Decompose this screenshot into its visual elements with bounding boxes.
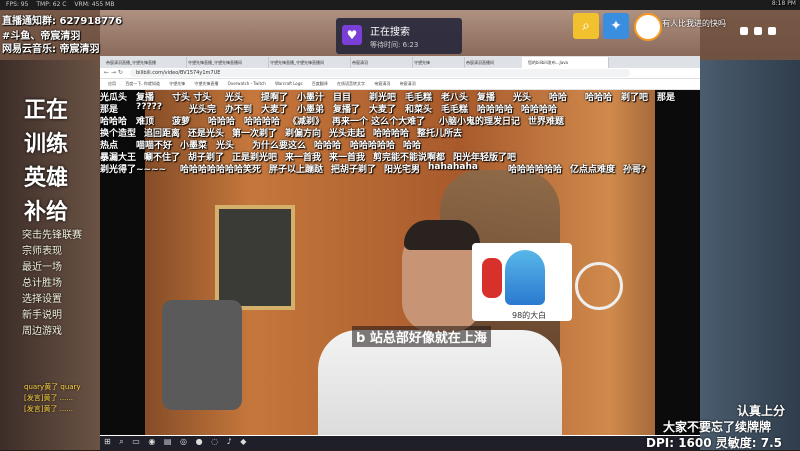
live-notice-text: 直播通知群: 627918776 #斗鱼、帝宸清羽 xyxy=(2,12,122,42)
steam-icon[interactable]: ● xyxy=(196,437,203,446)
stat-temp: TMP: 62 C xyxy=(36,1,67,8)
bookmark-item[interactable]: 帝宸清羽 xyxy=(374,81,390,86)
danmaku-comment: ????? xyxy=(136,102,163,112)
browser-tab[interactable]: 帝宸清羽直播间 xyxy=(460,57,527,68)
bookmark-item[interactable]: 在线语音转文字 xyxy=(337,81,365,86)
menu-item[interactable]: 选择设置 xyxy=(22,292,82,308)
edge-icon[interactable]: ◉ xyxy=(148,437,155,446)
danmaku-comment: 整托儿所去 xyxy=(417,129,463,139)
danmaku-comment: 孙哥? xyxy=(623,165,647,175)
video-customer-hair xyxy=(404,220,480,250)
danmaku-comment: 亿点点难度 xyxy=(570,165,616,175)
game-chat-log: quary黄了 quary [发言]黄了 ...... [发言]黄了 .....… xyxy=(24,382,81,415)
live-group-line: 直播通知群: 627918776 xyxy=(2,16,123,27)
task-view-icon[interactable]: ▭ xyxy=(132,437,140,446)
side-title: 正在 训练 英雄 补给 xyxy=(24,94,68,230)
hud-message: 有人比我进的快吗 xyxy=(662,19,726,28)
hud-dot-icon xyxy=(768,27,776,35)
hud-dot-icon xyxy=(754,27,762,35)
menu-item[interactable]: 突击先锋联赛 xyxy=(22,228,82,244)
chrome-icon[interactable]: ◎ xyxy=(180,437,187,446)
danmaku-comment: 那是 xyxy=(657,93,676,103)
danmaku-comment: 哈哈哈 xyxy=(585,93,613,103)
menu-item[interactable]: 最近一场 xyxy=(22,260,82,276)
chat-line: [发言]黄了 ...... xyxy=(24,405,74,413)
system-clock: 8:18 PM xyxy=(771,0,796,7)
windows-icon[interactable]: ⊞ xyxy=(104,437,111,446)
hud-status-icons xyxy=(740,20,786,35)
search-icon[interactable]: ⌕ xyxy=(573,13,599,39)
game-icon[interactable]: ◆ xyxy=(240,437,246,446)
taskbar-icons: ⊞ ⌕ ▭ ◉ ▤ ◎ ● ◌ ♪ ◆ xyxy=(104,437,252,447)
matchmaking-wait-time: 等待时间: 6:23 xyxy=(370,41,419,49)
bookmark-item[interactable]: 守望先锋直播 xyxy=(194,81,218,86)
bookmark-item[interactable]: 守望先锋 xyxy=(169,81,185,86)
bookmark-item[interactable]: Warcraft Logs xyxy=(275,81,302,86)
danmaku-comment: 剃了吧 xyxy=(621,93,649,103)
browser-tab[interactable]: 帝宸清羽直播_守望先锋直播 xyxy=(100,57,187,68)
side-title-line: 英雄 xyxy=(24,166,69,191)
danmaku-comment: 世界难题 xyxy=(528,117,565,127)
forward-icon[interactable]: → xyxy=(111,69,116,76)
danmaku-comment: 胖子以上蹦跶 xyxy=(269,165,324,175)
bookmarks-bar: 应用 百度一下, 你就知道 守望先锋 守望先锋直播 Overwatch - Tw… xyxy=(100,79,700,90)
overlay-line-reminder: 大家不要忘了续牌牌 xyxy=(663,420,772,434)
danmaku-layer: 光瓜头 复播 寸头 寸头 光头 提啊了 小墨汁 目目 剃光吧 毛毛糕 老八头 复播 光头 哈哈 哈哈哈 剃了… xyxy=(100,90,700,210)
explorer-icon[interactable]: ▤ xyxy=(164,437,172,446)
browser-tab-active[interactable]: 您的bilibili发布...Java xyxy=(522,57,609,68)
matchmaking-icon: ♥ xyxy=(342,25,362,45)
video-barber-chair xyxy=(162,300,242,410)
overwatch-logo-icon xyxy=(634,13,662,41)
browser-tab[interactable]: 守望先锋直播_守望先锋直播间 xyxy=(182,57,269,68)
menu-item[interactable]: 宗师表现 xyxy=(22,244,82,260)
side-title-line: 正在 xyxy=(24,98,69,123)
bookmark-item[interactable]: 帝宸清羽 xyxy=(400,81,416,86)
anime-figure-icon xyxy=(505,250,545,305)
menu-item[interactable]: 周边游戏 xyxy=(22,324,82,340)
browser-tab[interactable]: 帝宸清羽 xyxy=(346,57,413,68)
video-subtitle: b 站总部好像就在上海 xyxy=(352,326,491,347)
bookmark-item[interactable]: 应用 xyxy=(108,81,116,86)
danmaku-comment: 把胡子剃了 xyxy=(331,165,377,175)
matchmaking-label: 正在搜索 xyxy=(370,27,410,38)
address-bar[interactable]: bilibili.com/video/BV1574y1m7UE xyxy=(130,69,630,77)
browser-nav-buttons[interactable]: ← → ↻ xyxy=(104,69,123,76)
chat-line: [发言]黄了 ...... xyxy=(24,394,74,402)
bookmark-item[interactable]: 百度一下, 你就知道 xyxy=(125,81,160,86)
music-icon[interactable]: ♪ xyxy=(227,437,232,446)
danmaku-comment: 剃光得了~~~~ xyxy=(100,165,167,175)
stat-fps: FPS: 95 xyxy=(6,1,29,8)
game-side-menu: 突击先锋联赛 宗师表现 最近一场 总计胜场 选择设置 新手说明 周边游戏 xyxy=(22,228,82,340)
hud-dot-icon xyxy=(740,27,748,35)
danmaku-comment: 哈哈哈哈哈哈哈笑死 xyxy=(180,165,262,175)
system-stats-bar: FPS: 95 TMP: 62 C VRM: 455 MB xyxy=(0,0,800,10)
browser-tab-bar: 帝宸清羽直播_守望先锋直播 守望先锋直播_守望先锋直播间 守望先锋直播_守望先锋… xyxy=(100,56,700,68)
reload-icon[interactable]: ↻ xyxy=(118,69,123,76)
bookmark-item[interactable]: Overwatch - Twitch xyxy=(228,81,266,86)
video-mirror xyxy=(215,205,295,310)
back-icon[interactable]: ← xyxy=(104,69,109,76)
danmaku-comment: hahahaha xyxy=(428,162,478,172)
overlay-line-rank: 认真上分 xyxy=(737,404,786,418)
video-ring-light xyxy=(575,262,623,310)
team-icon[interactable]: ✦ xyxy=(603,13,629,39)
live-music-line: 网易云音乐: 帝宸清羽 xyxy=(2,44,100,55)
side-title-line: 补给 xyxy=(24,200,69,225)
overlay-line-dpi: DPI: 1600 灵敏度: 7.5 xyxy=(646,436,783,450)
danmaku-comment: 哈哈哈哈哈哈 xyxy=(508,165,563,175)
browser-tab[interactable]: 守望先锋直播_守望先锋直播间 xyxy=(264,57,351,68)
menu-item[interactable]: 新手说明 xyxy=(22,308,82,324)
side-title-line: 训练 xyxy=(24,132,69,157)
anime-caption: 98的大白 xyxy=(512,311,547,320)
browser-tab[interactable]: 守望先锋 xyxy=(408,57,465,68)
danmaku-comment: 阳光宅男 xyxy=(384,165,421,175)
stat-vram: VRM: 455 MB xyxy=(74,1,115,8)
menu-item[interactable]: 总计胜场 xyxy=(22,276,82,292)
search-icon[interactable]: ⌕ xyxy=(119,437,123,446)
chat-line: quary黄了 quary xyxy=(24,383,81,391)
game-scene-right xyxy=(700,60,800,450)
bookmark-item[interactable]: 百度翻译 xyxy=(312,81,328,86)
obs-icon[interactable]: ◌ xyxy=(211,437,218,446)
lantern-icon xyxy=(482,258,502,298)
